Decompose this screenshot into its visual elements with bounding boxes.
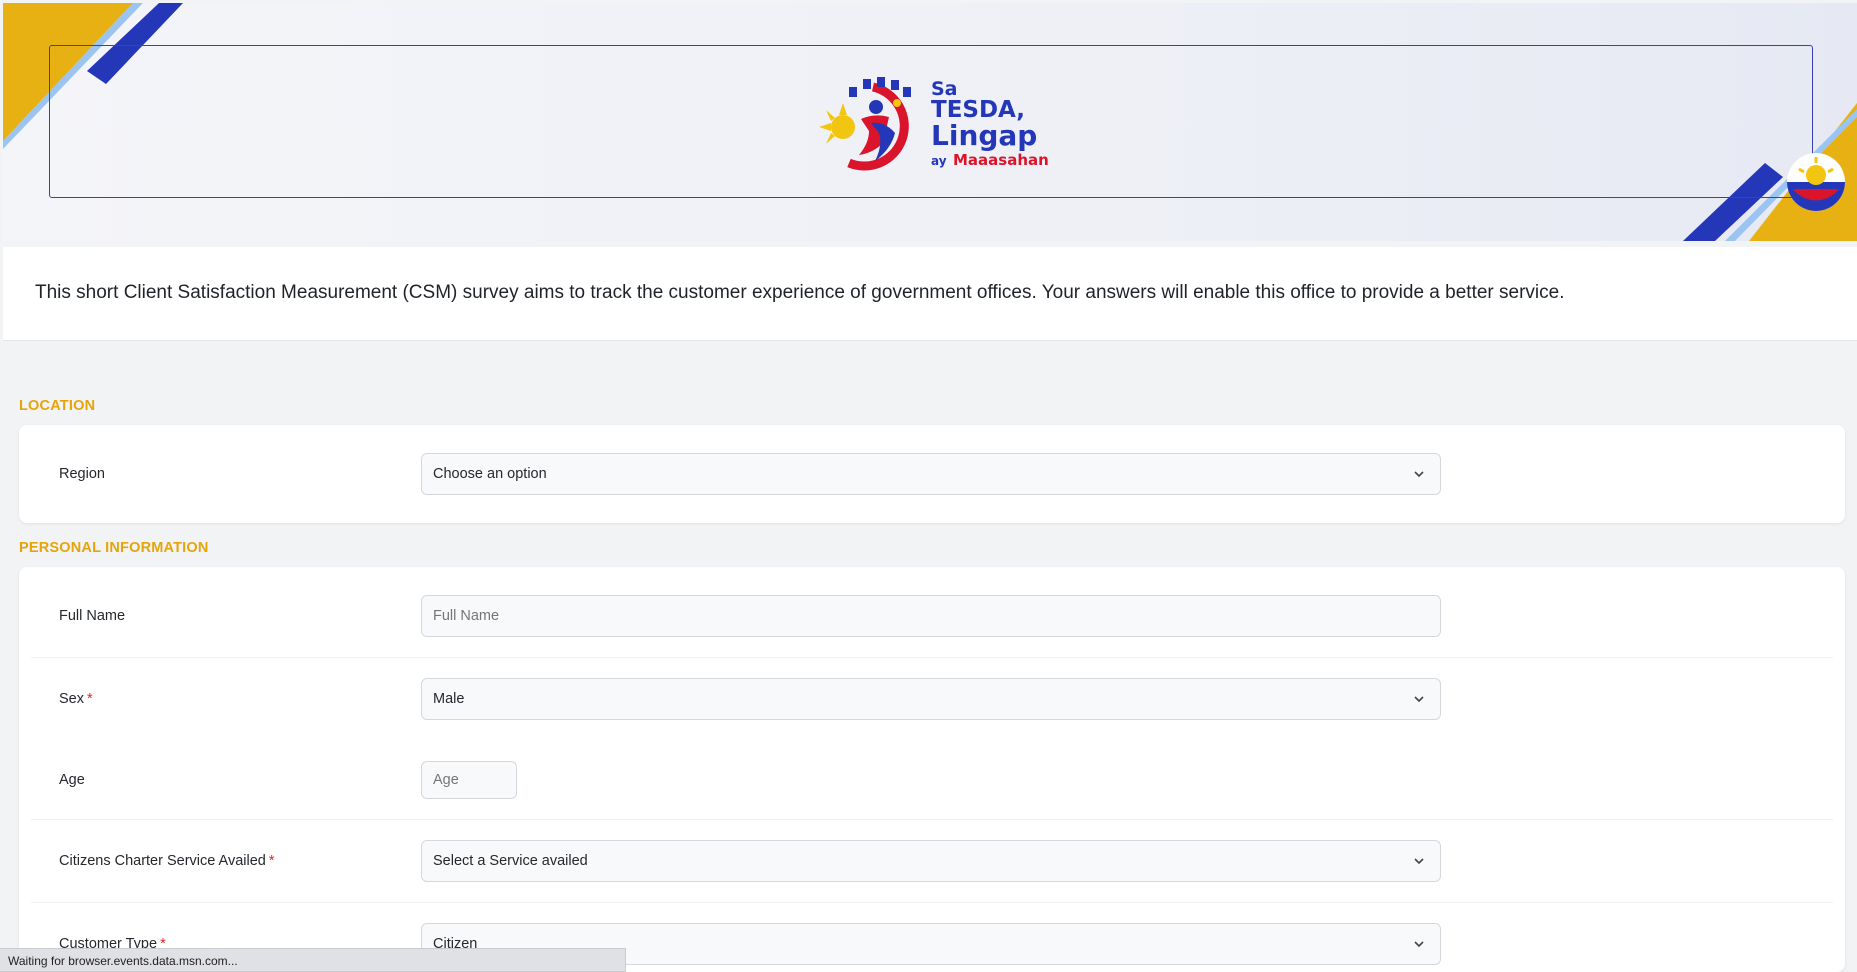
sex-select[interactable]: Male [421, 678, 1441, 720]
row-divider [31, 657, 1833, 658]
chevron-down-icon [1414, 941, 1424, 948]
sex-select-value: Male [433, 691, 465, 707]
svg-text:ay: ay [931, 154, 947, 168]
age-label: Age [59, 772, 85, 788]
intro-card: This short Client Satisfaction Measureme… [3, 247, 1857, 341]
intro-text: This short Client Satisfaction Measureme… [35, 282, 1565, 303]
service-availed-select-value: Select a Service availed [433, 853, 588, 869]
header-banner: Sa TESDA, Lingap ay Maaasahan [3, 3, 1857, 241]
required-marker: * [268, 853, 275, 869]
chevron-down-icon [1414, 858, 1424, 865]
section-heading-personal-information: PERSONAL INFORMATION [19, 540, 209, 556]
section-heading-location: LOCATION [19, 398, 96, 414]
region-label: Region [59, 466, 105, 482]
tesda-logo: Sa TESDA, Lingap ay Maaasahan [819, 77, 1049, 171]
location-card: Region Choose an option [19, 425, 1845, 523]
row-divider [31, 819, 1833, 820]
sex-label: Sex * [59, 691, 93, 707]
svg-text:Lingap: Lingap [931, 119, 1037, 152]
chevron-down-icon [1414, 696, 1424, 703]
browser-status-bar: Waiting for browser.events.data.msn.com.… [0, 948, 626, 972]
full-name-label: Full Name [59, 608, 126, 624]
age-input[interactable] [421, 761, 517, 799]
sex-label-text: Sex [59, 691, 84, 707]
required-marker: * [87, 691, 93, 707]
region-select[interactable]: Choose an option [421, 453, 1441, 495]
svg-text:Maaasahan: Maaasahan [953, 151, 1049, 169]
full-name-input[interactable] [421, 595, 1441, 637]
row-divider [31, 902, 1833, 903]
service-availed-label-text: Citizens Charter Service Availed [59, 853, 266, 869]
region-select-value: Choose an option [433, 466, 547, 482]
philippine-sun-emblem [1787, 153, 1845, 211]
service-availed-select[interactable]: Select a Service availed [421, 840, 1441, 882]
service-availed-label: Citizens Charter Service Availed * [59, 853, 275, 869]
personal-information-card: Full Name Sex* Male Age Citizens Charter… [19, 567, 1845, 972]
chevron-down-icon [1414, 471, 1424, 478]
